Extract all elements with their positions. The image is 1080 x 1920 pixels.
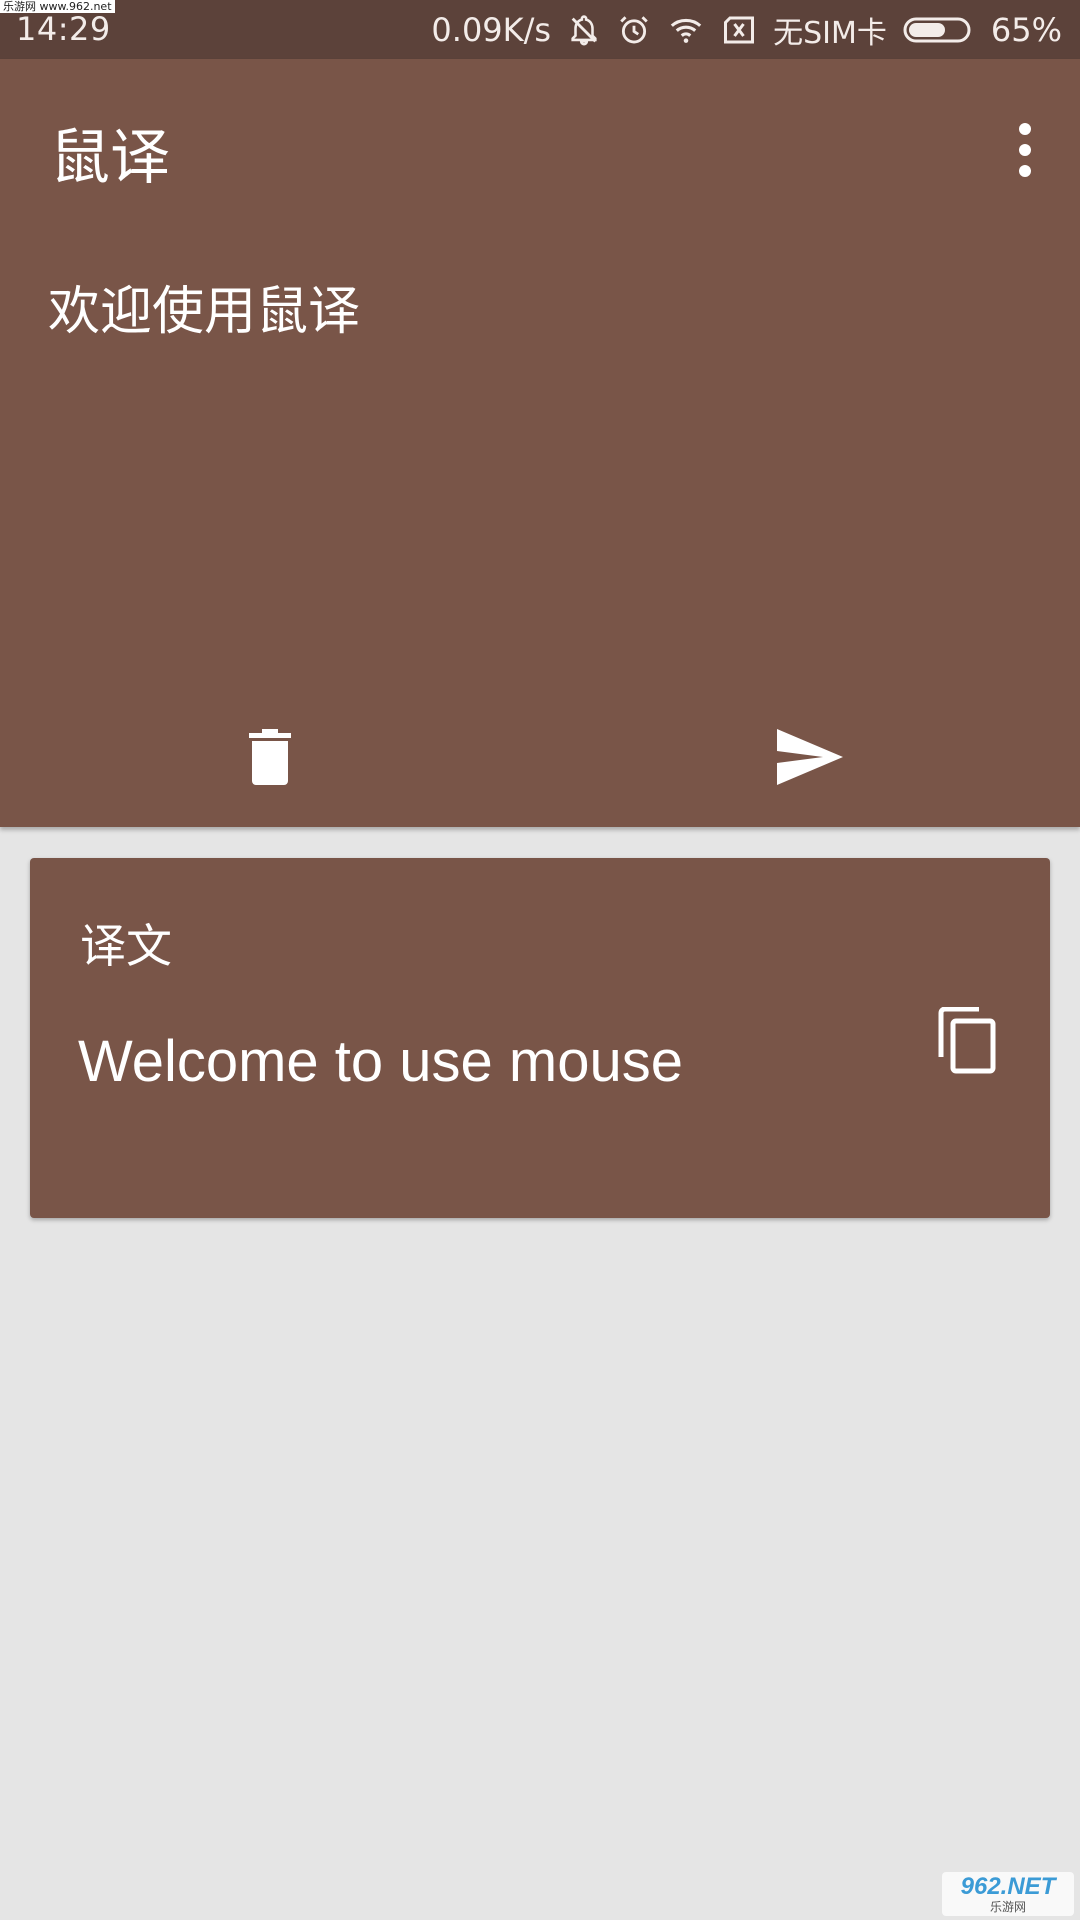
more-vertical-icon bbox=[1019, 123, 1031, 135]
app-title: 鼠译 bbox=[50, 123, 170, 193]
battery-percent: 65% bbox=[990, 10, 1062, 49]
wifi-icon bbox=[667, 13, 705, 47]
battery-icon bbox=[903, 15, 975, 45]
translation-label: 译文 bbox=[80, 919, 172, 973]
translation-card: 译文 Welcome to use mouse bbox=[30, 858, 1050, 1218]
watermark-top: 乐游网 www.962.net bbox=[0, 0, 115, 13]
notifications-off-icon bbox=[567, 13, 601, 47]
status-icons: 0.09K/s 无SIM卡 65% bbox=[431, 0, 1062, 59]
watermark-bottom: 962.NET 乐游网 bbox=[942, 1872, 1074, 1916]
translation-text: Welcome to use mouse bbox=[78, 1029, 683, 1094]
delete-button[interactable] bbox=[240, 719, 300, 799]
input-panel: 鼠译 欢迎使用鼠译 bbox=[0, 59, 1080, 827]
copy-icon bbox=[937, 1006, 997, 1079]
sim-status: 无SIM卡 bbox=[773, 15, 887, 51]
translate-send-button[interactable] bbox=[770, 719, 850, 799]
status-bar: 14:29 乐游网 www.962.net 0.09K/s 无SIM卡 65% bbox=[0, 0, 1080, 59]
status-time: 14:29 bbox=[16, 10, 111, 48]
no-sim-icon bbox=[721, 15, 757, 45]
send-icon bbox=[777, 729, 843, 789]
source-text-input[interactable]: 欢迎使用鼠译 bbox=[48, 277, 1028, 697]
net-speed: 0.09K/s bbox=[431, 10, 552, 49]
delete-icon bbox=[249, 729, 291, 789]
watermark-logo: 962.NET bbox=[960, 1873, 1056, 1900]
watermark-sub: 乐游网 bbox=[989, 1900, 1026, 1914]
alarm-icon bbox=[617, 13, 651, 47]
copy-button[interactable] bbox=[932, 1003, 1002, 1083]
more-options-button[interactable] bbox=[1000, 115, 1050, 185]
